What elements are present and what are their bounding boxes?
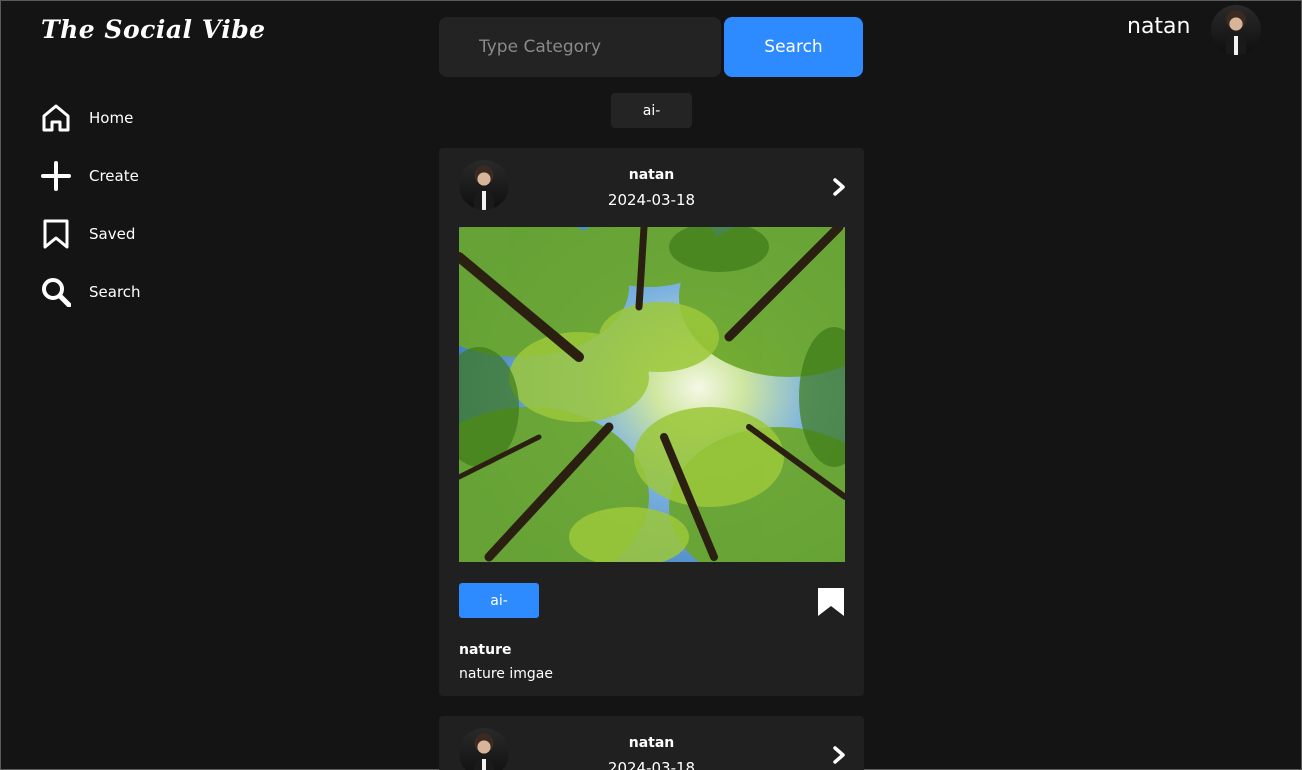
sidebar-item-create[interactable]: Create xyxy=(41,159,141,193)
sidebar-item-search[interactable]: Search xyxy=(41,275,141,309)
sidebar-item-label: Search xyxy=(89,283,141,301)
bookmark-icon xyxy=(41,219,71,249)
post-author-name: natan xyxy=(628,735,675,751)
search-icon xyxy=(41,277,71,307)
category-search-input[interactable] xyxy=(439,17,721,77)
chevron-right-icon[interactable] xyxy=(832,178,846,196)
post-image[interactable] xyxy=(459,227,845,562)
app-logo: The Social Vibe xyxy=(41,15,266,44)
plus-icon xyxy=(41,161,71,191)
post-card: natan 2024-03-18 xyxy=(439,148,864,696)
sidebar-item-label: Saved xyxy=(89,225,136,243)
post-date: 2024-03-18 xyxy=(607,759,696,770)
sidebar-item-label: Create xyxy=(89,167,139,185)
sidebar-item-saved[interactable]: Saved xyxy=(41,217,141,251)
search-button[interactable]: Search xyxy=(724,17,863,77)
header-avatar[interactable] xyxy=(1211,5,1261,55)
bookmark-icon[interactable] xyxy=(817,587,845,617)
post-category-tag[interactable]: ai- xyxy=(459,583,539,618)
home-icon xyxy=(41,103,71,133)
sidebar-item-label: Home xyxy=(89,109,134,127)
header-username: natan xyxy=(1127,14,1191,39)
post-author-name: natan xyxy=(628,167,675,183)
sidebar-item-home[interactable]: Home xyxy=(41,101,141,135)
post-description: nature imgae xyxy=(459,666,553,682)
post-date: 2024-03-18 xyxy=(607,191,696,209)
category-filter-chip[interactable]: ai- xyxy=(611,93,692,128)
post-card: natan 2024-03-18 xyxy=(439,716,864,770)
sidebar-nav: Home Create Saved Search xyxy=(41,101,141,333)
chevron-right-icon[interactable] xyxy=(832,746,846,764)
post-title: nature xyxy=(459,642,512,658)
